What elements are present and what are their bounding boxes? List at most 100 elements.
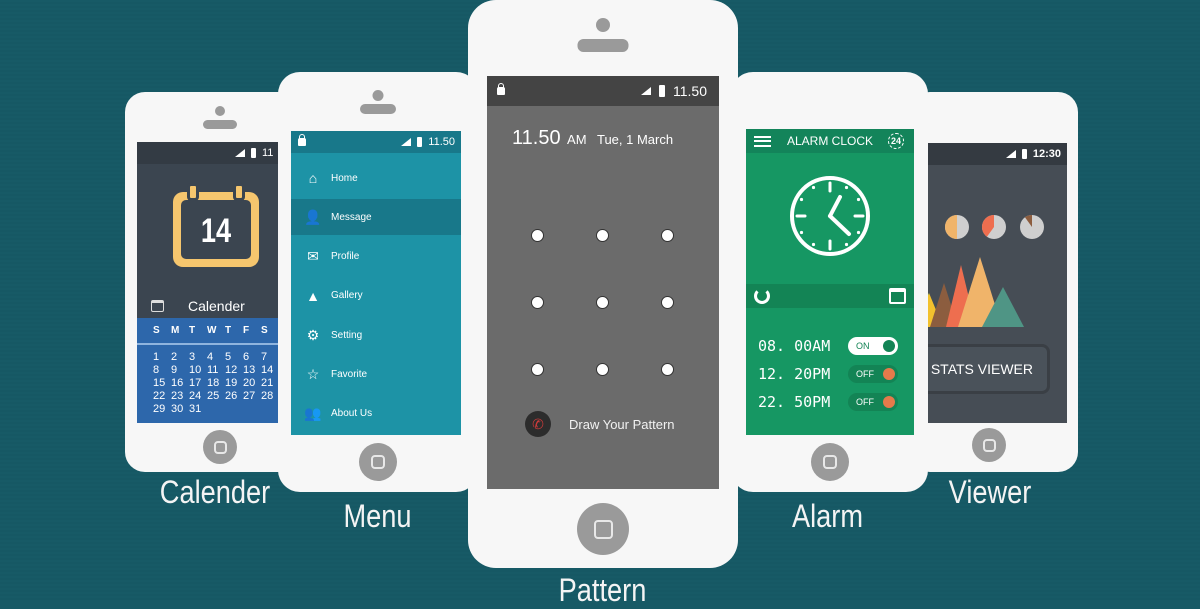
date-cell[interactable]: 14: [261, 364, 279, 376]
toggle-state: OFF: [856, 397, 874, 407]
refresh-icon[interactable]: [754, 288, 770, 304]
pattern-dot[interactable]: [661, 363, 674, 376]
date-cell[interactable]: 12: [225, 364, 243, 376]
date-cell[interactable]: 5: [225, 351, 243, 363]
date-cell[interactable]: 15: [153, 377, 171, 389]
alarm-title: ALARM CLOCK: [787, 134, 874, 148]
label-menu: Menu: [343, 498, 412, 534]
date-cell[interactable]: 6: [243, 351, 261, 363]
date-cell[interactable]: 2: [171, 351, 189, 363]
menu-item-label: Gallery: [331, 290, 363, 302]
viewer-screen: 12:30 STATS VIEWER: [910, 143, 1067, 423]
date-cell[interactable]: 4: [207, 351, 225, 363]
status-bar: 11.50: [487, 76, 719, 106]
home-button[interactable]: [359, 443, 397, 481]
date-cell[interactable]: 19: [225, 377, 243, 389]
date-cell[interactable]: 3: [189, 351, 207, 363]
menu-item-gallery[interactable]: ▲ Gallery: [291, 278, 461, 314]
date-cell[interactable]: 27: [243, 390, 261, 402]
alarm-row: 08. 00AM ON: [746, 334, 914, 358]
alarm-screen: ALARM CLOCK 24 08. 00AM ON 12. 20PM OFF 22.: [746, 129, 914, 435]
alarm-toggle[interactable]: OFF: [848, 393, 898, 411]
menu-screen: 11.50 ⌂ Home 👤 Message ✉ Profile ▲ Gallery ⚙ Sett…: [291, 131, 461, 435]
menu-item-message[interactable]: 👤 Message: [291, 199, 461, 236]
date-cell[interactable]: 25: [207, 390, 225, 402]
date-cell[interactable]: 24: [189, 390, 207, 402]
phone-call-icon[interactable]: ✆: [525, 411, 551, 437]
date-cell[interactable]: 18: [207, 377, 225, 389]
date-cell[interactable]: 23: [171, 390, 189, 402]
date-cell[interactable]: 9: [171, 364, 189, 376]
date-cell[interactable]: 21: [261, 377, 279, 389]
clock-icon: [790, 176, 870, 256]
date-cell[interactable]: 29: [153, 403, 171, 415]
gear-icon: ⚙: [306, 326, 320, 343]
calendar-icon[interactable]: [889, 288, 906, 304]
date-cell[interactable]: 8: [153, 364, 171, 376]
calendar-title-row: Calender: [137, 294, 297, 318]
date-cell[interactable]: 28: [261, 390, 279, 402]
date-cell[interactable]: 11: [207, 364, 225, 376]
pattern-dot[interactable]: [661, 296, 674, 309]
camera: [215, 106, 225, 116]
status-time: 11: [262, 147, 274, 159]
toggle-state: OFF: [856, 369, 874, 379]
date-cell[interactable]: 17: [189, 377, 207, 389]
pattern-dot[interactable]: [661, 229, 674, 242]
home-button[interactable]: [203, 430, 237, 464]
camera: [596, 18, 610, 32]
signal-icon: [641, 87, 651, 95]
toggle-knob: [883, 396, 895, 408]
home-button[interactable]: [810, 443, 849, 481]
weekday-label: F: [243, 325, 250, 336]
menu-item-favorite[interactable]: ☆ Favorite: [291, 357, 461, 393]
date-cell[interactable]: 7: [261, 351, 279, 363]
time-format-24-icon[interactable]: 24: [888, 133, 904, 149]
battery-icon: [251, 148, 256, 158]
label-calendar: Calender: [159, 474, 271, 510]
calendar-date-icon: 14: [173, 183, 259, 267]
alarm-toggle[interactable]: ON: [848, 337, 898, 355]
weekday-label: W: [207, 325, 217, 336]
date-cell[interactable]: 30: [171, 403, 189, 415]
label-alarm: Alarm: [791, 498, 864, 534]
date-cell[interactable]: 16: [171, 377, 189, 389]
pattern-dot[interactable]: [531, 363, 544, 376]
stats-viewer-button[interactable]: STATS VIEWER: [910, 344, 1050, 394]
date-cell[interactable]: 13: [243, 364, 261, 376]
pattern-dot[interactable]: [596, 229, 609, 242]
alarm-toggle[interactable]: OFF: [848, 365, 898, 383]
pattern-dot[interactable]: [596, 296, 609, 309]
phone-alarm: ALARM CLOCK 24 08. 00AM ON 12. 20PM OFF 22.: [731, 72, 928, 492]
pattern-hint: ✆ Draw Your Pattern: [525, 411, 675, 437]
menu-item-setting[interactable]: ⚙ Setting: [291, 317, 461, 353]
menu-item-label: Profile: [331, 251, 360, 263]
date-cell[interactable]: 22: [153, 390, 171, 402]
battery-icon: [417, 137, 423, 147]
date-cell[interactable]: 10: [189, 364, 207, 376]
date-cell[interactable]: 26: [225, 390, 243, 402]
alarm-time: 22. 50PM: [758, 393, 831, 411]
pattern-dot[interactable]: [531, 229, 544, 242]
date-cell[interactable]: 20: [243, 377, 261, 389]
lock-icon: [298, 134, 306, 146]
alarm-row: 12. 20PM OFF: [746, 362, 914, 386]
status-bar: 11: [137, 142, 297, 164]
menu-item-about-us[interactable]: 👥 About Us: [291, 396, 461, 432]
home-button[interactable]: [972, 428, 1006, 462]
home-button[interactable]: [577, 503, 629, 555]
pie-slice: [945, 215, 957, 239]
label-viewer: Viewer: [948, 474, 1032, 510]
weekday-header: SMTWTFS: [153, 325, 279, 336]
hamburger-menu-icon[interactable]: [754, 135, 771, 147]
pattern-dot[interactable]: [531, 296, 544, 309]
toggle-knob: [883, 340, 895, 352]
clock-ampm: AM: [567, 132, 587, 147]
menu-item-profile[interactable]: ✉ Profile: [291, 239, 461, 275]
date-cell[interactable]: 1: [153, 351, 171, 363]
home-icon: ⌂: [308, 170, 318, 186]
signal-icon: [401, 138, 412, 146]
menu-item-home[interactable]: ⌂ Home: [291, 160, 461, 196]
pattern-dot[interactable]: [596, 363, 609, 376]
date-cell[interactable]: 31: [189, 403, 207, 415]
